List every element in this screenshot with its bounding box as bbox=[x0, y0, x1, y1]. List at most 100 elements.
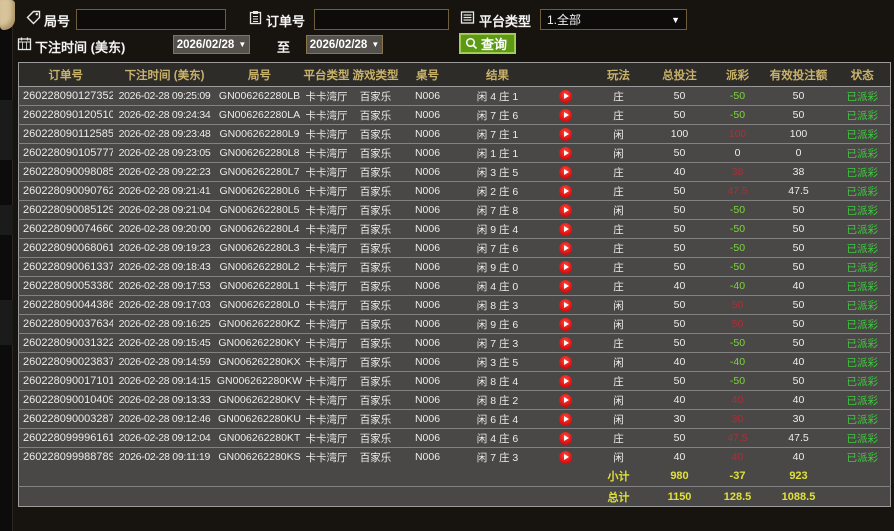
cell-total-bet: 40 bbox=[646, 162, 713, 182]
cell-round-no: GN006262280L8 bbox=[216, 143, 303, 163]
cell-table-no: N006 bbox=[400, 295, 455, 315]
replay-play-icon[interactable] bbox=[559, 222, 572, 236]
cell-platform: 卡卡湾厅 bbox=[302, 352, 351, 372]
cell-platform: 卡卡湾厅 bbox=[302, 238, 351, 258]
replay-play-icon[interactable] bbox=[559, 336, 572, 350]
column-header-replay bbox=[540, 62, 591, 87]
order-no-input[interactable] bbox=[314, 9, 449, 30]
platform-list-icon bbox=[460, 10, 475, 25]
cell-order-no: 260228090017101 bbox=[18, 371, 113, 391]
column-header-play-type: 玩法 bbox=[590, 62, 647, 87]
cell-platform: 卡卡湾厅 bbox=[302, 105, 351, 125]
cell-round-no: GN006262280KZ bbox=[216, 314, 303, 334]
cell-order-no: 260228090090762 bbox=[18, 181, 113, 201]
cell-total-bet: 50 bbox=[646, 181, 713, 201]
replay-play-icon[interactable] bbox=[559, 431, 572, 445]
replay-play-icon[interactable] bbox=[559, 355, 572, 369]
cell-status: 已派彩 bbox=[834, 219, 891, 239]
cell-platform: 卡卡湾厅 bbox=[302, 86, 351, 106]
replay-play-icon[interactable] bbox=[559, 165, 572, 179]
replay-play-icon[interactable] bbox=[559, 89, 572, 103]
cell-round-no: GN006262280LA bbox=[216, 105, 303, 125]
date-from-select[interactable]: 2026/02/28 ▼ bbox=[173, 35, 250, 54]
cell-platform: 卡卡湾厅 bbox=[302, 200, 351, 220]
replay-play-icon[interactable] bbox=[559, 393, 572, 407]
replay-play-icon[interactable] bbox=[559, 184, 572, 198]
cell-total-bet: 50 bbox=[646, 371, 713, 391]
cell-valid-bet: 50 bbox=[762, 295, 835, 315]
cell-bet-time: 2026-02-28 09:16:25 bbox=[112, 314, 217, 334]
cell-bet-time: 2026-02-28 09:13:33 bbox=[112, 390, 217, 410]
cell-status: 已派彩 bbox=[834, 295, 891, 315]
platform-type-select[interactable]: 1.全部 ▼ bbox=[540, 9, 687, 30]
clipboard-icon bbox=[248, 10, 263, 25]
cell-platform: 卡卡湾厅 bbox=[302, 428, 351, 448]
replay-play-icon[interactable] bbox=[559, 146, 572, 160]
cell-play-type: 闲 bbox=[590, 295, 647, 315]
replay-play-icon[interactable] bbox=[559, 298, 572, 312]
cell-order-no: 260228090098085 bbox=[18, 162, 113, 182]
left-edge-strip bbox=[0, 0, 13, 531]
cell-bet-time: 2026-02-28 09:12:04 bbox=[112, 428, 217, 448]
cell-status: 已派彩 bbox=[834, 447, 891, 467]
cell-table-no: N006 bbox=[400, 390, 455, 410]
cell-play-type: 庄 bbox=[590, 181, 647, 201]
replay-play-icon[interactable] bbox=[559, 279, 572, 293]
cell-game-type: 百家乐 bbox=[350, 181, 401, 201]
cell-round-no: GN006262280LB bbox=[216, 86, 303, 106]
cell-play-type: 闲 bbox=[590, 200, 647, 220]
cell-valid-bet: 47.5 bbox=[762, 181, 835, 201]
replay-cell bbox=[540, 447, 591, 467]
cell-round-no: GN006262280KS bbox=[216, 447, 303, 467]
replay-play-icon[interactable] bbox=[559, 241, 572, 255]
replay-play-icon[interactable] bbox=[559, 108, 572, 122]
replay-play-icon[interactable] bbox=[559, 450, 572, 464]
cell-game-type: 百家乐 bbox=[350, 428, 401, 448]
cell-bet-time: 2026-02-28 09:24:34 bbox=[112, 105, 217, 125]
cell-payout: -50 bbox=[712, 86, 763, 106]
cell-payout: 40 bbox=[712, 390, 763, 410]
replay-cell bbox=[540, 295, 591, 315]
cell-total-bet: 50 bbox=[646, 143, 713, 163]
column-header-total-bet: 总投注 bbox=[646, 62, 713, 87]
date-to-select[interactable]: 2026/02/28 ▼ bbox=[306, 35, 383, 54]
cell-round-no: GN006262280L6 bbox=[216, 181, 303, 201]
cell-status: 已派彩 bbox=[834, 238, 891, 258]
bet-records-table: 订单号 下注时间 (美东) 局号 平台类型 游戏类型 桌号 结果 玩法 总投注 … bbox=[18, 62, 891, 507]
cell-round-no: GN006262280KU bbox=[216, 409, 303, 429]
query-button[interactable]: 查询 bbox=[459, 33, 517, 54]
replay-play-icon[interactable] bbox=[559, 374, 572, 388]
replay-play-icon[interactable] bbox=[559, 260, 572, 274]
cell-valid-bet: 40 bbox=[762, 276, 835, 296]
cell-status: 已派彩 bbox=[834, 200, 891, 220]
cell-valid-bet: 50 bbox=[762, 238, 835, 258]
replay-play-icon[interactable] bbox=[559, 317, 572, 331]
cell-play-type: 庄 bbox=[590, 276, 647, 296]
cell-round-no: GN006262280L2 bbox=[216, 257, 303, 277]
cell-order-no: 260228099988789 bbox=[18, 447, 113, 467]
replay-play-icon[interactable] bbox=[559, 412, 572, 426]
cell-game-type: 百家乐 bbox=[350, 257, 401, 277]
cell-platform: 卡卡湾厅 bbox=[302, 124, 351, 144]
replay-play-icon[interactable] bbox=[559, 127, 572, 141]
cell-play-type: 闲 bbox=[590, 124, 647, 144]
cell-bet-time: 2026-02-28 09:21:04 bbox=[112, 200, 217, 220]
search-icon bbox=[465, 37, 478, 50]
cell-total-bet: 50 bbox=[646, 219, 713, 239]
cell-game-type: 百家乐 bbox=[350, 162, 401, 182]
cell-order-no: 260228090074660 bbox=[18, 219, 113, 239]
chevron-down-icon: ▼ bbox=[238, 40, 247, 49]
cell-platform: 卡卡湾厅 bbox=[302, 333, 351, 353]
cell-valid-bet: 50 bbox=[762, 314, 835, 334]
round-no-input[interactable] bbox=[76, 9, 226, 30]
cell-table-no: N006 bbox=[400, 314, 455, 334]
cell-round-no: GN006262280L9 bbox=[216, 124, 303, 144]
cell-total-bet: 40 bbox=[646, 447, 713, 467]
cell-valid-bet: 0 bbox=[762, 143, 835, 163]
cell-platform: 卡卡湾厅 bbox=[302, 276, 351, 296]
cell-order-no: 260228090112585 bbox=[18, 124, 113, 144]
cell-payout: -50 bbox=[712, 371, 763, 391]
column-header-status: 状态 bbox=[834, 62, 891, 87]
replay-play-icon[interactable] bbox=[559, 203, 572, 217]
cell-table-no: N006 bbox=[400, 333, 455, 353]
